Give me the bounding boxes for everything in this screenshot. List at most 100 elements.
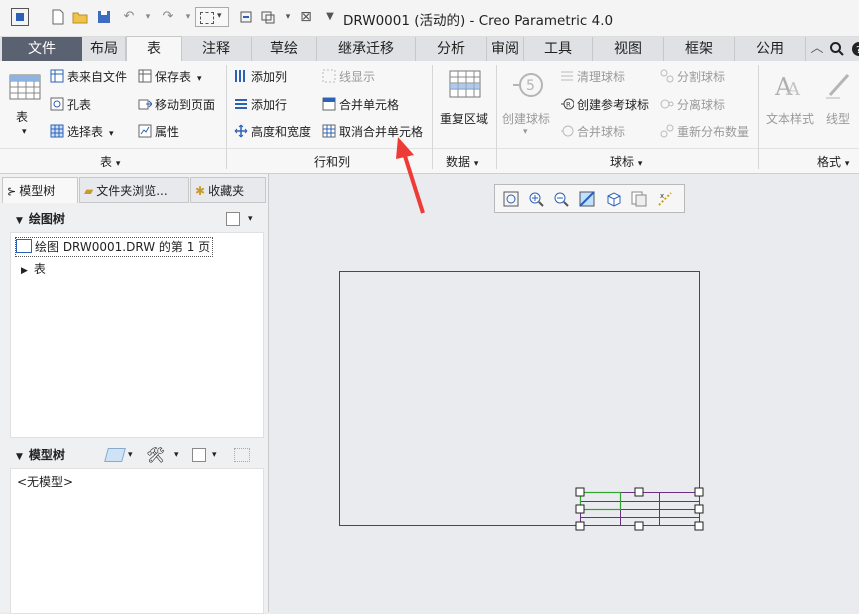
red-arrow-annotation [396, 137, 425, 214]
expand-arrow-icon[interactable]: ▶ [21, 266, 28, 276]
save-table-button[interactable]: 保存表 ▾ [138, 68, 202, 86]
table-group-dropdown-icon: ▾ [115, 159, 121, 169]
tools-dropdown-icon[interactable]: ▾ [174, 442, 179, 468]
merge-cells-button[interactable]: 合并单元格 [322, 96, 399, 114]
move-to-page-button[interactable]: 移动到页面 [138, 96, 215, 114]
tab-tools[interactable]: 工具 [524, 37, 593, 61]
new-file-icon[interactable] [50, 9, 66, 25]
tab-folder-browser[interactable]: ▰ 文件夹浏览... [79, 177, 189, 203]
collapse-arrow-icon: ▼ [16, 216, 23, 226]
customize-dropdown-icon[interactable]: ▼ [322, 9, 338, 25]
data-group-label[interactable]: 数据 ▾ [446, 153, 478, 170]
save-icon[interactable] [96, 9, 112, 25]
tab-analysis[interactable]: 分析 [416, 37, 487, 61]
redo-dropdown-icon[interactable]: ▾ [180, 9, 196, 25]
collapse-ribbon-icon[interactable]: ︿ [809, 41, 825, 57]
tab-sketch[interactable]: 草绘 [252, 37, 317, 61]
model-tree-pane: <无模型> [10, 468, 264, 614]
tab-view[interactable]: 视图 [593, 37, 664, 61]
height-width-button[interactable]: 高度和宽度 [234, 123, 311, 141]
windows-icon[interactable] [260, 9, 276, 25]
detach-balloon-button[interactable]: 分离球标 [660, 96, 725, 114]
select-table-button[interactable]: 选择表 ▾ [50, 123, 114, 141]
create-ref-balloon-button[interactable]: R 创建参考球标 [560, 96, 649, 114]
display-style-dropdown-icon[interactable]: ▾ [128, 442, 133, 468]
tab-table[interactable]: 表 [126, 36, 182, 62]
tree-item-drawing-sheet[interactable]: 绘图 DRW0001.DRW 的第 1 页 [15, 237, 214, 257]
split-balloon-icon [660, 69, 674, 83]
repeat-region-label: 重复区域 [440, 112, 489, 126]
table-icon [9, 74, 41, 100]
zoom-out-icon[interactable] [553, 191, 569, 207]
tree-settings-icon[interactable] [192, 448, 206, 462]
tab-file[interactable]: 文件 [2, 37, 82, 61]
merge-balloons-button[interactable]: 合并球标 [560, 123, 625, 141]
windows-dropdown-icon[interactable]: ▾ [280, 9, 296, 25]
drawing-table[interactable] [575, 487, 704, 531]
line-style-button[interactable]: 线型 [822, 69, 858, 133]
clean-balloons-button[interactable]: 清理球标 [560, 68, 625, 86]
add-column-button[interactable]: 添加列 [234, 68, 287, 86]
tab-layout[interactable]: 布局 [83, 37, 126, 61]
tab-model-tree[interactable]: ⊱ 模型树 [2, 177, 78, 203]
layers-icon[interactable] [631, 191, 647, 207]
redo-icon[interactable]: ↷ [160, 9, 176, 25]
hole-table-label: 孔表 [67, 98, 92, 112]
redistribute-qty-button[interactable]: 重新分布数量 [660, 123, 749, 141]
add-row-button[interactable]: 添加行 [234, 96, 287, 114]
split-balloon-button[interactable]: 分割球标 [660, 68, 725, 86]
tab-annotate[interactable]: 注释 [181, 37, 252, 61]
line-style-icon [826, 73, 850, 99]
no-model-text: <无模型> [17, 475, 74, 489]
tree-settings-icon[interactable] [226, 212, 240, 226]
hole-table-button[interactable]: 孔表 [50, 96, 91, 114]
repeat-region-button[interactable]: 重复区域 [440, 69, 490, 129]
svg-text:5: 5 [526, 78, 535, 94]
tab-common[interactable]: 公用 [735, 37, 806, 61]
drawing-tree-header[interactable]: ▼ 绘图树 ▾ [6, 206, 262, 232]
table-from-file-button[interactable]: 表来自文件 [50, 68, 127, 86]
svg-text:A: A [786, 79, 801, 100]
tree-settings-dropdown-icon[interactable]: ▾ [212, 442, 217, 468]
clean-balloons-icon [561, 71, 573, 81]
help-icon[interactable]: ? [849, 41, 859, 57]
close-window-icon[interactable]: ⊠ [298, 9, 314, 25]
filter-icon[interactable] [234, 448, 250, 462]
tab-frame[interactable]: 框架 [664, 37, 735, 61]
tree-settings-dropdown-icon[interactable]: ▾ [248, 206, 253, 232]
undo-icon[interactable]: ↶ [121, 9, 137, 25]
undo-dropdown-icon[interactable]: ▾ [140, 9, 156, 25]
search-icon[interactable] [829, 41, 845, 57]
properties-button[interactable]: 属性 [138, 123, 179, 141]
create-balloon-button[interactable]: 5 创建球标 ▾ [502, 69, 554, 141]
zoom-in-icon[interactable] [528, 191, 544, 207]
balloon-group-label[interactable]: 球标 ▾ [610, 153, 642, 170]
format-group-label[interactable]: 格式 ▾ [817, 153, 849, 170]
refit-icon[interactable] [503, 191, 519, 207]
display-style-icon[interactable] [605, 191, 621, 207]
tools-icon[interactable]: 🛠 [146, 442, 165, 468]
line-display-button[interactable]: 线显示 [322, 68, 375, 86]
repaint-icon[interactable] [579, 191, 595, 207]
app-menu-icon[interactable] [11, 8, 29, 26]
detach-balloon-label: 分离球标 [677, 98, 726, 112]
tab-favorites[interactable]: ✱ 收藏夹 [190, 177, 266, 203]
table-button[interactable]: 表 ▾ [8, 73, 42, 141]
drawing-tree-pane: 绘图 DRW0001.DRW 的第 1 页 ▶ 表 [10, 232, 264, 438]
redistribute-icon [660, 124, 674, 138]
open-folder-icon[interactable] [72, 9, 88, 25]
text-style-button[interactable]: A A 文本样式 [764, 69, 816, 133]
regenerate-icon[interactable] [238, 9, 254, 25]
table-button-label: 表 [16, 110, 29, 124]
display-style-icon[interactable] [104, 448, 126, 462]
model-tree-header[interactable]: ▼ 模型树 ▾ 🛠 ▾ ▾ [6, 442, 262, 468]
annotation-display-icon[interactable]: x [657, 191, 673, 207]
tree-item-table[interactable]: ▶ 表 [21, 260, 46, 278]
graphics-canvas[interactable] [270, 174, 859, 612]
tab-legacy-migration[interactable]: 继承迁移 [317, 37, 416, 61]
table-group-label[interactable]: 表 ▾ [100, 153, 120, 170]
select-box-icon[interactable]: ▾ [195, 7, 229, 27]
tab-review[interactable]: 审阅 [487, 37, 524, 61]
collapse-arrow-icon: ▼ [16, 452, 23, 462]
tab-folder-browser-label: 文件夹浏览... [96, 184, 168, 198]
